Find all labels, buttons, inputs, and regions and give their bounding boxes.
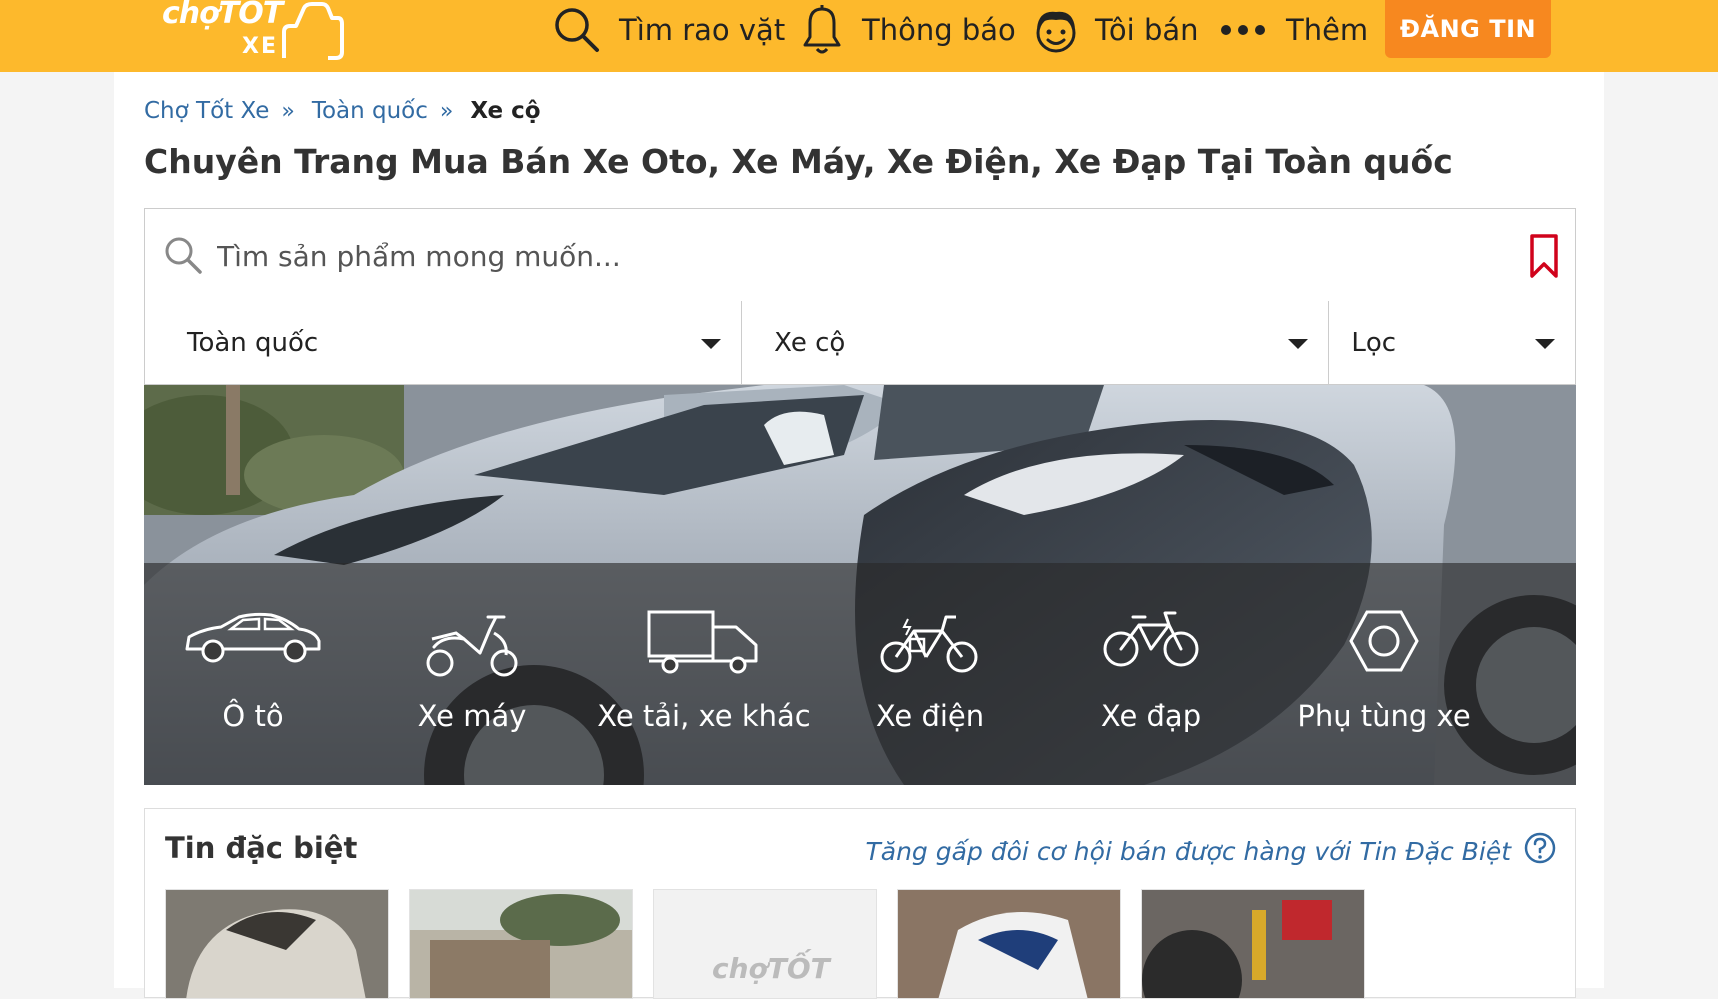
post-listing-button[interactable]: ĐĂNG TIN xyxy=(1385,0,1551,58)
category-strip: Ô tô Xe máy Xe tải, xe khác Xe điện Xe đ… xyxy=(144,563,1576,785)
nav-more[interactable]: Thêm xyxy=(1220,0,1368,60)
chevron-down-icon xyxy=(701,339,722,349)
search-icon xyxy=(555,8,599,52)
category-dropdown-label: Xe cộ xyxy=(774,327,846,358)
breadcrumb-link-nationwide[interactable]: Toàn quốc xyxy=(312,98,428,124)
listing-photo-outdoor xyxy=(410,890,632,998)
nav-notifications[interactable]: Thông báo xyxy=(802,0,1016,60)
filter-dropdown-label: Lọc xyxy=(1351,327,1397,358)
special-listings-section: Tin đặc biệt Tăng gấp đôi cơ hội bán đượ… xyxy=(144,808,1576,999)
category-cars[interactable]: Ô tô xyxy=(144,563,368,785)
breadcrumb-separator: » xyxy=(281,98,295,124)
logo-car-outline-icon xyxy=(282,2,344,60)
more-dots-icon xyxy=(1221,25,1265,35)
breadcrumb-link-chotot-xe[interactable]: Chợ Tốt Xe xyxy=(144,98,269,124)
breadcrumb: Chợ Tốt Xe » Toàn quốc » Xe cộ xyxy=(144,98,541,124)
nav-notifications-label: Thông báo xyxy=(862,13,1016,47)
logo-main-text: chợTỐT xyxy=(162,0,283,31)
breadcrumb-current: Xe cộ xyxy=(470,98,541,124)
bell-icon xyxy=(803,5,841,54)
listing-photo-scooter xyxy=(166,890,388,998)
nav-search-label: Tìm rao vặt xyxy=(619,13,786,47)
help-question-icon[interactable] xyxy=(1523,831,1557,865)
seller-face-icon xyxy=(1036,11,1076,53)
category-trucks[interactable]: Xe tải, xe khác xyxy=(574,563,834,785)
listing-thumbnail[interactable] xyxy=(1141,889,1365,999)
hex-nut-icon xyxy=(1349,610,1419,672)
nav-search-listings[interactable]: Tìm rao vặt xyxy=(553,0,785,60)
chotot-xe-logo[interactable]: chợTỐT XE xyxy=(160,0,350,68)
category-spare-parts-label: Phụ tùng xe xyxy=(1297,699,1471,733)
motorbike-icon xyxy=(426,615,518,677)
listing-thumbnail-placeholder[interactable]: chợTỐT xyxy=(653,889,877,999)
bicycle-icon xyxy=(1103,611,1199,667)
category-electric-bikes-label: Xe điện xyxy=(875,699,985,733)
placeholder-logo-text: chợTỐT xyxy=(712,952,830,985)
category-motorbikes[interactable]: Xe máy xyxy=(357,563,587,785)
listing-thumbnail[interactable] xyxy=(897,889,1121,999)
category-banner: Ô tô Xe máy Xe tải, xe khác Xe điện Xe đ… xyxy=(144,385,1576,785)
nav-my-listings-label: Tôi bán xyxy=(1095,13,1199,47)
electric-bike-icon xyxy=(880,615,978,673)
listing-thumbnail[interactable] xyxy=(409,889,633,999)
special-listings-title: Tin đặc biệt xyxy=(165,831,358,865)
listing-photo-motorbike xyxy=(898,890,1120,998)
filter-dropdown[interactable]: Lọc xyxy=(1329,301,1575,384)
nav-more-label: Thêm xyxy=(1286,13,1369,47)
filter-bar: Toàn quốc Xe cộ Lọc xyxy=(144,301,1576,385)
category-electric-bikes[interactable]: Xe điện xyxy=(815,563,1045,785)
category-motorbikes-label: Xe máy xyxy=(417,699,527,733)
nav-my-listings[interactable]: Tôi bán xyxy=(1033,0,1199,60)
bookmark-icon[interactable] xyxy=(1529,233,1559,279)
truck-icon xyxy=(647,610,758,674)
category-dropdown[interactable]: Xe cộ xyxy=(742,301,1330,384)
chevron-down-icon xyxy=(1288,339,1309,349)
category-bicycles-label: Xe đạp xyxy=(1100,699,1202,733)
region-dropdown-label: Toàn quốc xyxy=(187,327,319,358)
page-title: Chuyên Trang Mua Bán Xe Oto, Xe Máy, Xe … xyxy=(144,142,1453,181)
category-cars-label: Ô tô xyxy=(222,699,284,733)
category-trucks-label: Xe tải, xe khác xyxy=(597,699,811,733)
search-input[interactable] xyxy=(215,225,1459,287)
region-dropdown[interactable]: Toàn quốc xyxy=(145,301,743,384)
chevron-down-icon xyxy=(1535,339,1555,349)
search-bar xyxy=(144,208,1576,302)
category-bicycles[interactable]: Xe đạp xyxy=(1036,563,1266,785)
top-navigation-bar: chợTỐT XE Tìm rao vặt Thông báo Tôi bán xyxy=(0,0,1718,72)
main-content: Chợ Tốt Xe » Toàn quốc » Xe cộ Chuyên Tr… xyxy=(114,72,1604,999)
category-spare-parts[interactable]: Phụ tùng xe xyxy=(1253,563,1515,785)
listing-photo-motorbike-red xyxy=(1142,890,1364,998)
car-icon xyxy=(185,612,321,663)
search-icon xyxy=(165,237,202,274)
special-listings-promo-link[interactable]: Tăng gấp đôi cơ hội bán được hàng với Ti… xyxy=(866,837,1512,866)
listing-thumbnail[interactable] xyxy=(165,889,389,999)
breadcrumb-separator: » xyxy=(439,98,454,124)
logo-sub-text: XE xyxy=(242,34,278,59)
